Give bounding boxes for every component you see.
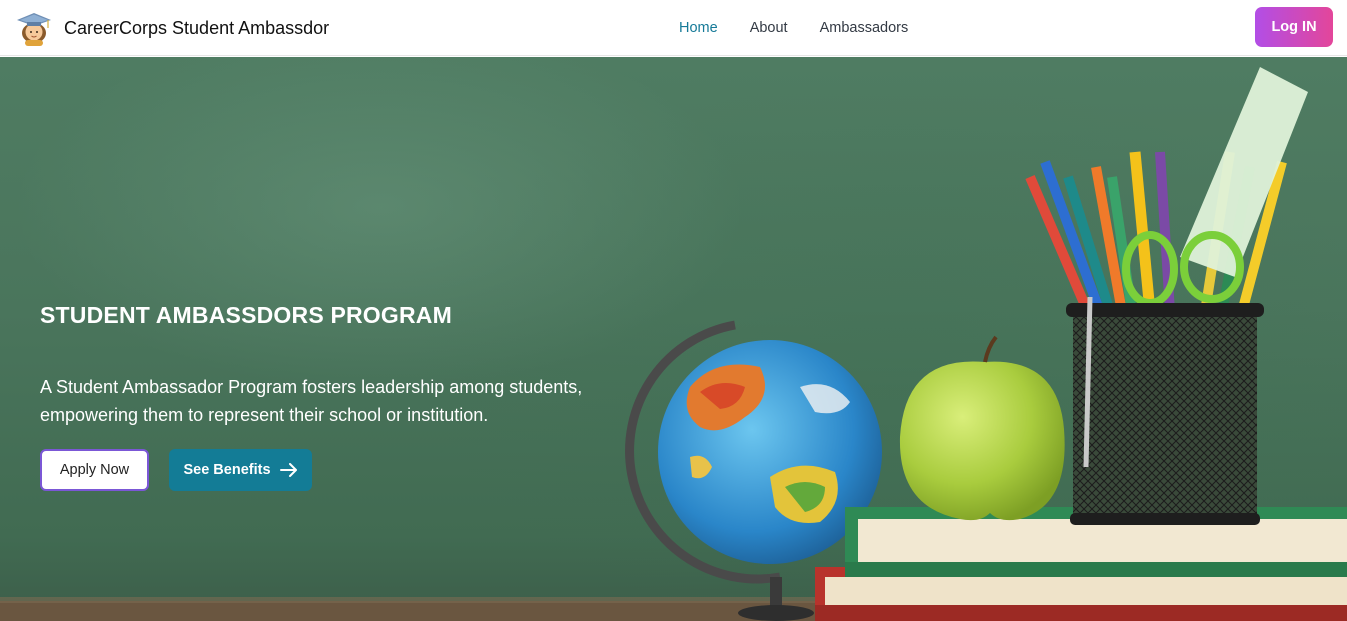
- main-nav: Home About Ambassadors: [679, 17, 940, 39]
- brand[interactable]: CareerCorps Student Ambassdor: [15, 8, 329, 48]
- hero-title: STUDENT AMBASSDORS PROGRAM: [40, 302, 452, 328]
- see-benefits-label: See Benefits: [183, 462, 271, 478]
- apply-now-button[interactable]: Apply Now: [40, 449, 149, 491]
- nav-link-ambassadors[interactable]: Ambassadors: [820, 17, 909, 39]
- graduate-student-icon: [17, 13, 51, 46]
- login-button[interactable]: Log IN: [1255, 7, 1333, 47]
- hero-actions: Apply Now See Benefits: [40, 449, 640, 491]
- arrow-right-icon: [279, 463, 297, 477]
- hero-section: STUDENT AMBASSDORS PROGRAM A Student Amb…: [0, 57, 1347, 621]
- see-benefits-button[interactable]: See Benefits: [169, 449, 312, 491]
- brand-name: CareerCorps Student Ambassdor: [64, 17, 330, 38]
- navbar: CareerCorps Student Ambassdor Home About…: [0, 0, 1347, 56]
- nav-link-home[interactable]: Home: [679, 17, 718, 39]
- nav-link-about[interactable]: About: [750, 17, 788, 39]
- hero-content: STUDENT AMBASSDORS PROGRAM A Student Amb…: [40, 302, 640, 491]
- hero-description: A Student Ambassador Program fosters lea…: [40, 377, 583, 425]
